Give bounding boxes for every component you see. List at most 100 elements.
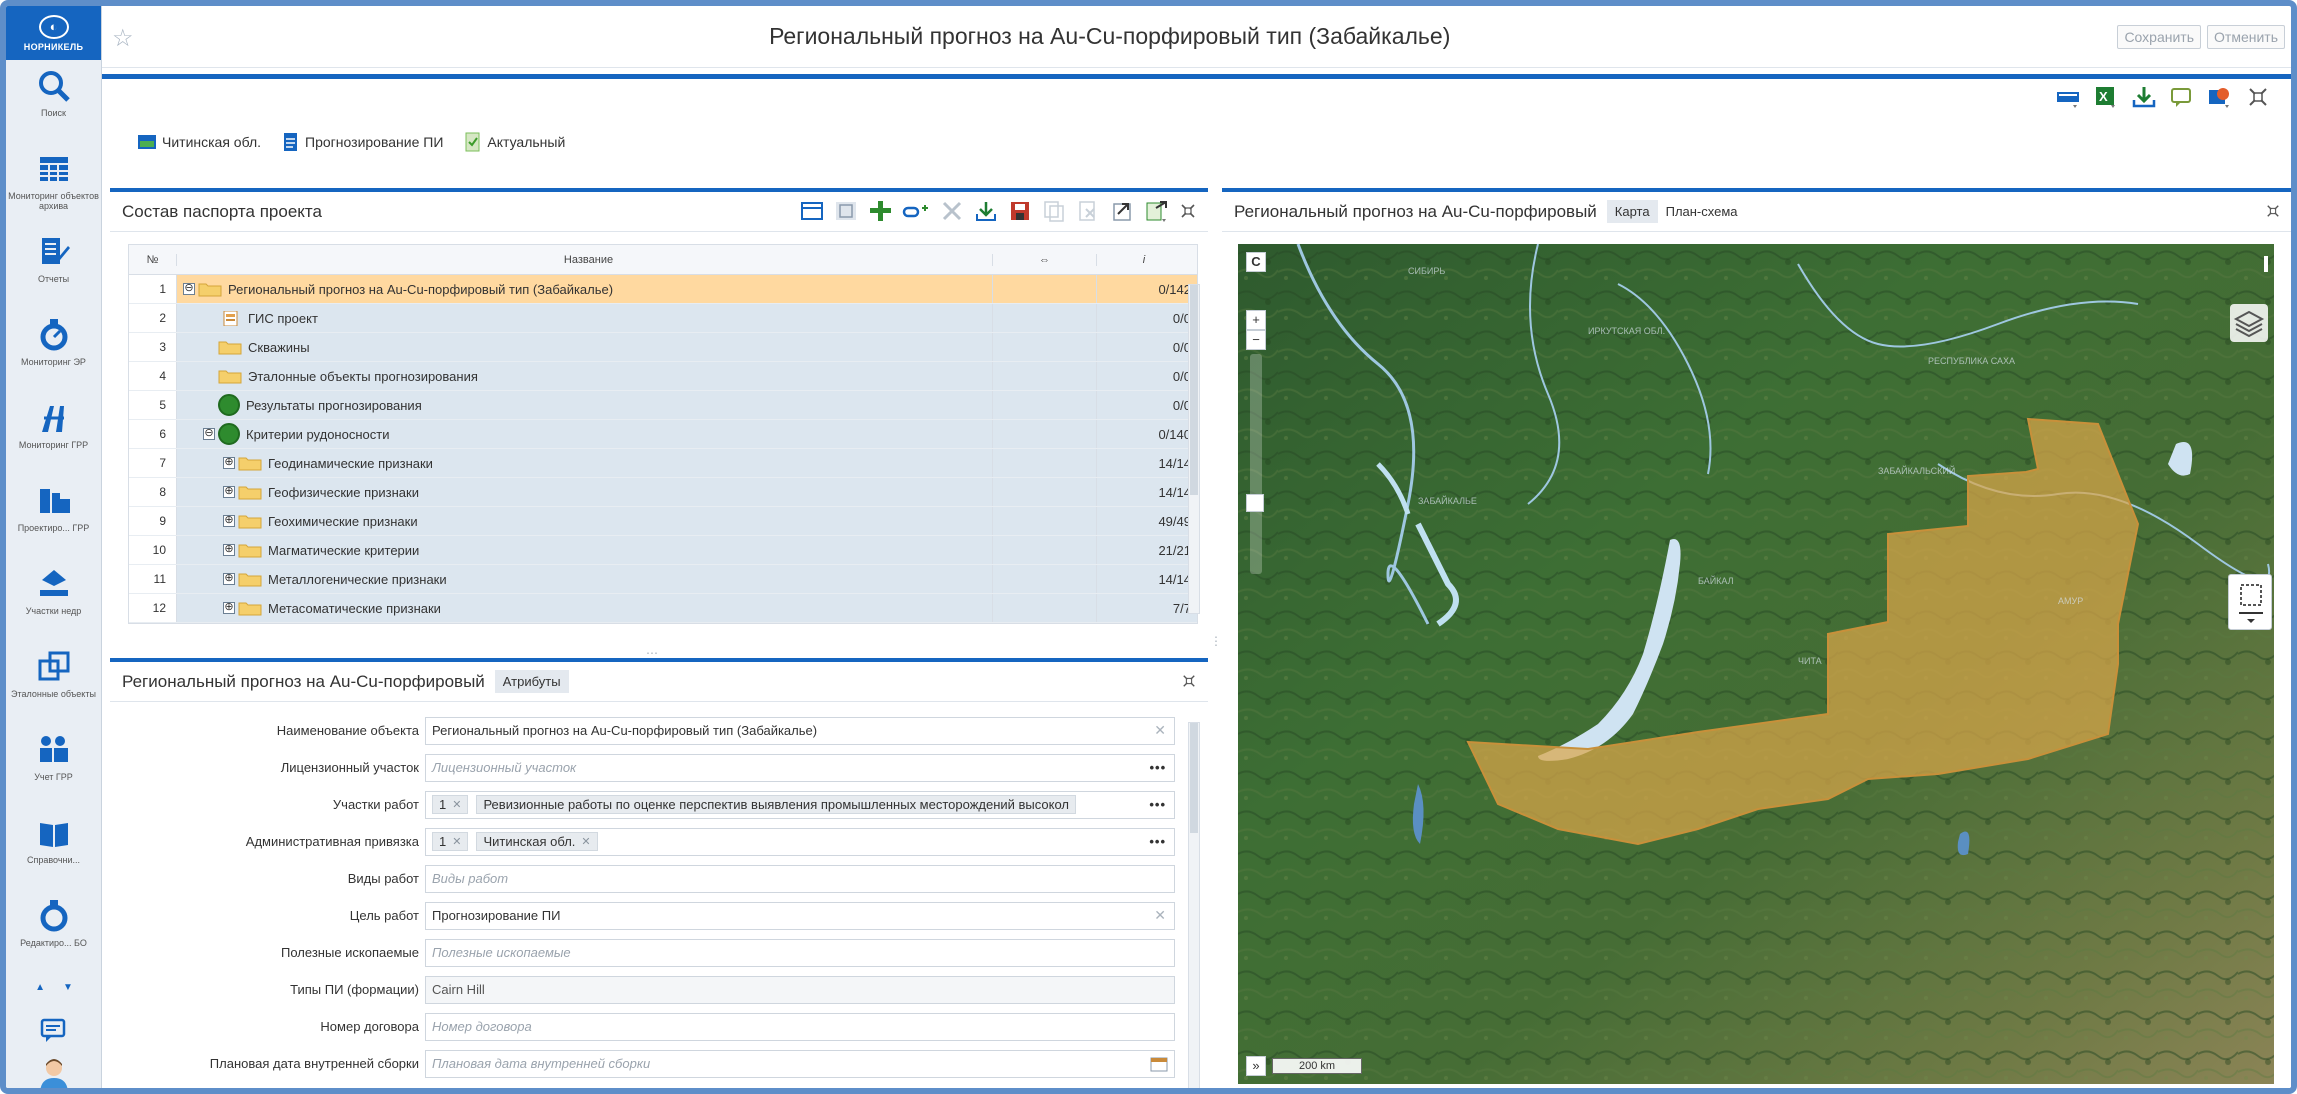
- expand-icon[interactable]: ⊕: [223, 486, 235, 498]
- table-row[interactable]: 2 ГИС проект 0/0: [129, 304, 1197, 333]
- admin-binding-field[interactable]: 1 ✕ Читинская обл. ✕ •••: [425, 827, 1175, 856]
- breadcrumb-item-region[interactable]: Читинская обл.: [136, 131, 261, 153]
- clear-icon[interactable]: ✕: [1154, 722, 1166, 739]
- expand-icon[interactable]: ⊕: [223, 544, 235, 556]
- nav-item-grr-accounting[interactable]: Учет ГРР: [6, 724, 101, 807]
- nav-item-er-monitoring[interactable]: Мониторинг ЭР: [6, 309, 101, 392]
- map-view[interactable]: СИБИРЬ ИРКУТСКАЯ ОБЛ. РЕСПУБЛИКА САХА ЗА…: [1238, 244, 2274, 1084]
- maximize-panel-icon[interactable]: [1180, 203, 1196, 219]
- comment-icon[interactable]: [2169, 84, 2195, 110]
- clear-icon[interactable]: ✕: [1154, 907, 1166, 924]
- zoom-slider-handle[interactable]: [1246, 494, 1264, 512]
- view-icon[interactable]: [800, 200, 824, 222]
- nav-scroll-up-icon[interactable]: ▲: [35, 982, 45, 993]
- maximize-panel-icon[interactable]: [2266, 204, 2280, 218]
- link-add-icon[interactable]: [902, 200, 930, 222]
- expand-icon[interactable]: ⊕: [223, 602, 235, 614]
- add-icon[interactable]: [868, 200, 892, 222]
- table-row[interactable]: 1 ⊖ Региональный прогноз на Au-Cu-порфиров…: [129, 275, 1197, 304]
- maximize-icon[interactable]: [2245, 84, 2271, 110]
- zoom-out-button[interactable]: −: [1246, 330, 1266, 350]
- save-button[interactable]: Сохранить: [2117, 24, 2202, 49]
- download-icon[interactable]: [974, 200, 998, 222]
- nav-item-search[interactable]: Поиск: [6, 60, 101, 143]
- column-header-no[interactable]: №: [129, 253, 177, 266]
- collapse-icon[interactable]: ⊖: [183, 283, 195, 295]
- work-types-field[interactable]: Виды работ: [425, 864, 1175, 893]
- download-icon[interactable]: [2131, 84, 2157, 110]
- maximize-panel-icon[interactable]: [1182, 674, 1196, 688]
- map-mode-button[interactable]: C: [1246, 252, 1266, 272]
- column-header-name[interactable]: Название: [177, 253, 993, 266]
- map-selection-tool[interactable]: [2228, 574, 2272, 630]
- chip-remove-icon[interactable]: ✕: [452, 798, 461, 811]
- nav-item-grr-design[interactable]: Проектиро... ГРР: [6, 475, 101, 558]
- chat-icon[interactable]: [36, 1016, 70, 1044]
- table-row[interactable]: 11 ⊕ Металлогенические признаки 14/14: [129, 565, 1197, 594]
- license-field[interactable]: Лицензионный участок •••: [425, 753, 1175, 782]
- tab-attributes[interactable]: Атрибуты: [494, 670, 569, 693]
- table-row[interactable]: 3 Скважины 0/0: [129, 333, 1197, 362]
- remove-doc-icon[interactable]: [1076, 200, 1100, 222]
- table-row[interactable]: 12 ⊕ Метасоматические признаки 7/7: [129, 594, 1197, 623]
- expand-icon[interactable]: ⊕: [223, 515, 235, 527]
- nav-item-reports[interactable]: Отчеты: [6, 226, 101, 309]
- work-sites-field[interactable]: 1 ✕ Ревизионные работы по оценке перспект…: [425, 790, 1175, 819]
- nav-item-grr-monitoring[interactable]: Мониторинг ГРР: [6, 392, 101, 475]
- vertical-splitter[interactable]: ⋮: [1210, 634, 1222, 648]
- nav-scroll-down-icon[interactable]: ▼: [63, 982, 73, 993]
- cancel-button[interactable]: Отменить: [2207, 24, 2285, 49]
- breadcrumb-item-forecasting[interactable]: Прогнозирование ПИ: [279, 131, 443, 153]
- nav-item-reference-objects[interactable]: Эталонные объекты: [6, 641, 101, 724]
- excel-icon[interactable]: X: [2093, 84, 2119, 110]
- zoom-in-button[interactable]: +: [1246, 310, 1266, 330]
- nav-item-archive-monitoring[interactable]: Мониторинг объектов архива: [6, 143, 101, 226]
- nav-item-reference-books[interactable]: Справочни...: [6, 807, 101, 890]
- column-header-link[interactable]: ⇔: [993, 253, 1097, 266]
- favorite-star-icon[interactable]: ☆: [112, 24, 134, 53]
- table-row[interactable]: 4 Эталонные объекты прогнозирования 0/0: [129, 362, 1197, 391]
- form-scrollbar[interactable]: [1188, 722, 1200, 1088]
- map-search-icon[interactable]: [2207, 84, 2233, 110]
- table-row[interactable]: 5 Результаты прогнозирования 0/0: [129, 391, 1197, 420]
- nav-item-subsoil[interactable]: Участки недр: [6, 558, 101, 641]
- export-icon[interactable]: [1144, 200, 1170, 222]
- contract-number-field[interactable]: Номер договора: [425, 1012, 1175, 1041]
- layers-button[interactable]: [2230, 304, 2268, 342]
- assembly-date-field[interactable]: Плановая дата внутренней сборки: [425, 1049, 1175, 1078]
- layers-table-icon[interactable]: [2055, 84, 2081, 110]
- chip-remove-icon[interactable]: ✕: [581, 835, 590, 848]
- work-goal-field[interactable]: Прогнозирование ПИ ✕: [425, 901, 1175, 930]
- company-logo[interactable]: ◐ НОРНИКЕЛЬ: [6, 6, 101, 60]
- map-expand-button[interactable]: »: [1246, 1056, 1266, 1076]
- chip-remove-icon[interactable]: ✕: [452, 835, 461, 848]
- more-options-icon[interactable]: •••: [1149, 834, 1166, 849]
- table-row[interactable]: 6 ⊖ Критерии рудоносности 0/140: [129, 420, 1197, 449]
- collapse-icon[interactable]: ⊖: [203, 428, 215, 440]
- user-avatar-icon[interactable]: [34, 1056, 74, 1094]
- column-header-info[interactable]: i: [1097, 254, 1197, 266]
- more-options-icon[interactable]: •••: [1149, 760, 1166, 775]
- move-up-icon[interactable]: [1110, 200, 1134, 222]
- tab-plan-scheme[interactable]: План-схема: [1658, 200, 1746, 223]
- breadcrumb-item-status[interactable]: Актуальный: [461, 131, 565, 153]
- table-row[interactable]: 9 ⊕ Геохимические признаки 49/49: [129, 507, 1197, 536]
- delete-icon[interactable]: [940, 200, 964, 222]
- calendar-icon[interactable]: [1150, 1056, 1168, 1072]
- tab-map[interactable]: Карта: [1606, 200, 1658, 223]
- save-icon[interactable]: [1008, 200, 1032, 222]
- scrollbar-thumb[interactable]: [1190, 723, 1198, 833]
- more-options-icon[interactable]: •••: [1145, 797, 1166, 812]
- minerals-field[interactable]: Полезные ископаемые: [425, 938, 1175, 967]
- expand-icon[interactable]: ⊕: [223, 457, 235, 469]
- expand-icon[interactable]: ⊕: [223, 573, 235, 585]
- nav-item-bo-editing[interactable]: Редактиро... БО: [6, 890, 101, 973]
- table-row[interactable]: 7 ⊕ Геодинамические признаки 14/14: [129, 449, 1197, 478]
- object-name-field[interactable]: Региональный прогноз на Au-Cu-порфировый…: [425, 716, 1175, 745]
- duplicate-icon[interactable]: [1042, 200, 1066, 222]
- tree-scrollbar[interactable]: [1188, 284, 1200, 614]
- table-row[interactable]: 8 ⊕ Геофизические признаки 14/14: [129, 478, 1197, 507]
- table-row[interactable]: 10 ⊕ Магматические критерии 21/21: [129, 536, 1197, 565]
- horizontal-splitter[interactable]: ⋯: [646, 646, 658, 660]
- scrollbar-thumb[interactable]: [1190, 285, 1198, 495]
